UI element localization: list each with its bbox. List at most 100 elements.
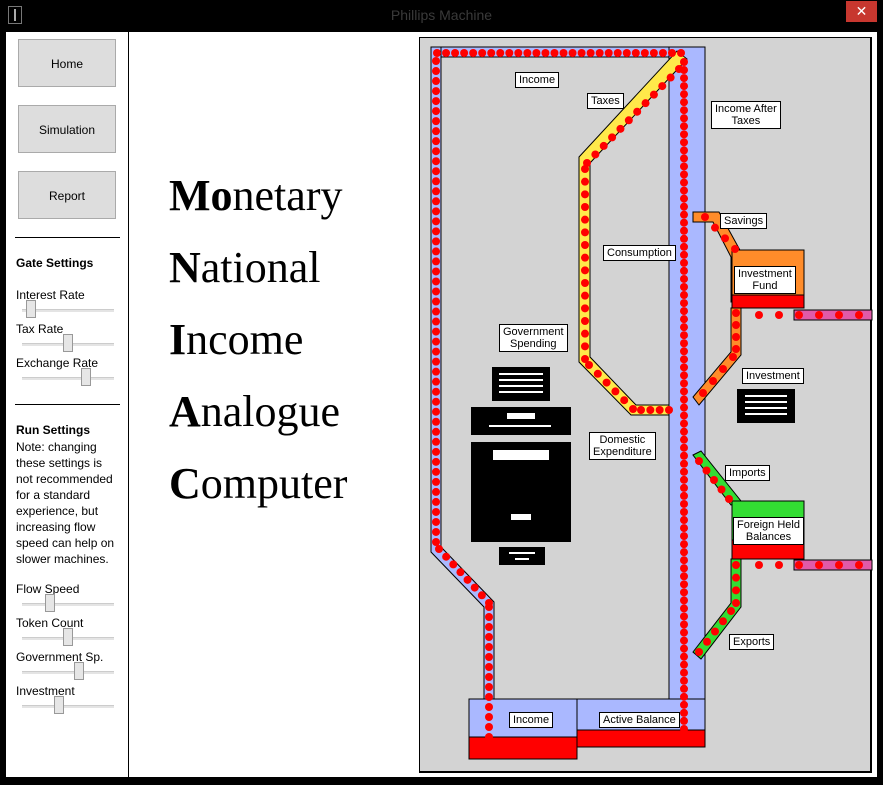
- flow-token: [731, 245, 739, 253]
- main-panel: Monetary National Income Analogue Comput…: [129, 32, 877, 777]
- income-tank-label: Income: [509, 712, 554, 728]
- flow-token: [432, 207, 440, 216]
- flow-token: [451, 49, 460, 57]
- flow-token: [514, 49, 523, 57]
- close-button[interactable]: ✕: [846, 1, 877, 22]
- slider-thumb[interactable]: [74, 662, 85, 680]
- slider-thumb[interactable]: [53, 696, 64, 714]
- flow-token: [432, 117, 440, 126]
- flow-token: [680, 556, 688, 565]
- flow-token: [680, 459, 688, 468]
- flow-token: [485, 713, 493, 721]
- phillips-machine-diagram: Income Taxes Income After Taxes Savings C…: [418, 36, 873, 773]
- income-label: Income: [515, 72, 560, 88]
- flow-token: [680, 379, 688, 388]
- slider-thumb[interactable]: [63, 628, 73, 646]
- flow-token: [591, 150, 600, 159]
- flow-token: [680, 483, 688, 492]
- flow-token: [485, 603, 493, 611]
- government-spending-slider[interactable]: [22, 662, 114, 682]
- exchange-rate-slider[interactable]: [22, 368, 114, 388]
- report-button[interactable]: Report: [18, 171, 116, 219]
- slider-thumb[interactable]: [44, 594, 55, 612]
- flow-token: [485, 673, 493, 681]
- consumption-label: Consumption: [603, 245, 676, 261]
- flow-token: [581, 266, 589, 275]
- flow-token: [775, 561, 783, 569]
- flow-token: [680, 612, 688, 621]
- flow-token: [477, 591, 486, 600]
- flow-token: [595, 49, 604, 57]
- token-count-slider[interactable]: [22, 628, 114, 648]
- flow-token: [432, 107, 440, 116]
- flow-token: [432, 127, 440, 136]
- flow-token: [640, 49, 649, 57]
- flow-token: [432, 277, 440, 286]
- flow-token: [487, 49, 496, 57]
- flow-token: [680, 186, 688, 195]
- slider-thumb[interactable]: [26, 300, 37, 318]
- flow-token: [432, 538, 440, 546]
- flow-token: [695, 457, 703, 465]
- flow-token: [470, 583, 479, 592]
- slider-thumb[interactable]: [81, 368, 92, 386]
- flow-token: [719, 617, 727, 626]
- flow-token: [680, 170, 688, 179]
- flow-token: [449, 560, 458, 569]
- flow-token: [633, 107, 642, 116]
- flow-token: [732, 321, 740, 329]
- flow-token: [680, 435, 688, 444]
- flow-speed-slider[interactable]: [22, 594, 114, 614]
- flow-token: [637, 406, 645, 414]
- flow-token: [680, 508, 688, 516]
- flow-token: [523, 49, 532, 57]
- interest-rate-slider[interactable]: [22, 300, 114, 320]
- flow-token: [680, 130, 688, 139]
- flow-token: [680, 588, 688, 597]
- flow-token: [711, 223, 719, 232]
- flow-token: [581, 329, 589, 338]
- flow-token: [680, 339, 688, 348]
- flow-token: [604, 49, 613, 57]
- flow-token: [622, 49, 631, 57]
- flow-token: [432, 367, 440, 376]
- flow-token: [442, 552, 451, 561]
- flow-token: [709, 377, 717, 385]
- flow-token: [432, 407, 440, 416]
- flow-token: [732, 561, 740, 569]
- flow-token: [581, 165, 589, 173]
- flow-token: [608, 133, 617, 142]
- flow-token: [732, 599, 740, 607]
- flow-token: [795, 561, 803, 569]
- flow-token: [485, 643, 493, 651]
- flow-token: [680, 427, 688, 436]
- flow-token: [432, 497, 440, 506]
- flow-token: [680, 548, 688, 557]
- flow-token: [581, 215, 589, 224]
- flow-token: [680, 98, 688, 107]
- flow-token: [485, 703, 493, 711]
- tax-rate-slider[interactable]: [22, 334, 114, 354]
- flow-token: [432, 257, 440, 266]
- investment-fund-level: [731, 294, 805, 309]
- flow-token: [432, 267, 440, 276]
- home-button[interactable]: Home: [18, 39, 116, 87]
- flow-token: [585, 361, 593, 369]
- investment-block: [737, 389, 795, 423]
- slider-thumb[interactable]: [63, 334, 73, 352]
- flow-token: [433, 49, 441, 57]
- flow-token: [432, 477, 440, 486]
- flow-token: [613, 49, 622, 57]
- flow-token: [680, 620, 688, 629]
- flow-token: [432, 457, 440, 466]
- flow-token: [485, 683, 493, 691]
- simulation-button[interactable]: Simulation: [18, 105, 116, 153]
- flow-token: [680, 58, 688, 66]
- investment-slider[interactable]: [22, 696, 114, 716]
- flow-token: [478, 49, 487, 57]
- flow-token: [541, 49, 550, 57]
- flow-token: [680, 154, 688, 163]
- flow-token: [456, 568, 465, 577]
- flow-token: [680, 363, 688, 372]
- flow-token: [680, 258, 688, 267]
